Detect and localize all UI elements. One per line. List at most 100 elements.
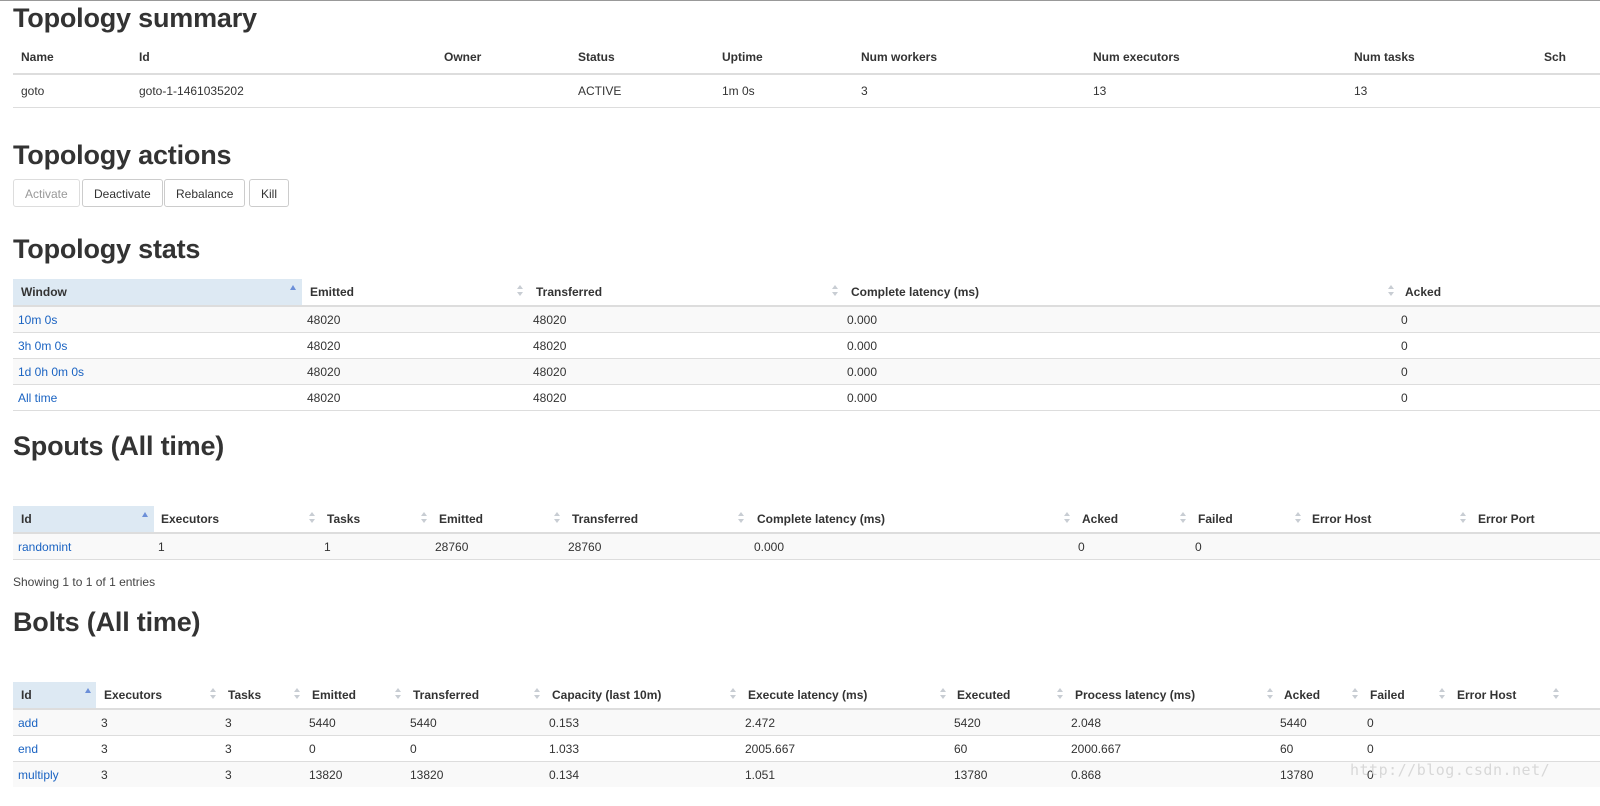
- table-header-row: Name Id Owner Status Uptime Num workers …: [13, 41, 1600, 74]
- cell-executed: 60: [954, 742, 968, 756]
- rebalance-button[interactable]: Rebalance: [164, 179, 246, 207]
- col-transferred[interactable]: Transferred: [536, 279, 602, 305]
- cell-process-latency: 0.868: [1071, 768, 1102, 782]
- watermark: http://blog.csdn.net/: [1350, 761, 1551, 779]
- col-acked[interactable]: Acked: [1082, 506, 1118, 532]
- table-row: All time 48020 48020 0.000 0: [13, 384, 1600, 411]
- sort-icon: [730, 688, 736, 701]
- cell-emitted: 48020: [307, 365, 341, 379]
- table-row: 3h 0m 0s 48020 48020 0.000 0: [13, 332, 1600, 358]
- topology-stats-title: Topology stats: [13, 234, 201, 264]
- col-emitted[interactable]: Emitted: [310, 279, 354, 305]
- sort-icon: [1388, 285, 1394, 298]
- col-capacity[interactable]: Capacity (last 10m): [552, 682, 661, 708]
- col-num-tasks[interactable]: Num tasks: [1354, 41, 1415, 73]
- cell-complete-latency: 0.000: [847, 339, 878, 353]
- cell-executors: 3: [101, 768, 108, 782]
- cell-num-executors: 13: [1093, 84, 1107, 98]
- spouts-table: Id Executors Tasks Emitted Transferred C…: [13, 506, 1600, 560]
- cell-executors: 3: [101, 716, 108, 730]
- col-tasks[interactable]: Tasks: [228, 682, 261, 708]
- col-status[interactable]: Status: [578, 41, 615, 73]
- cell-transferred: 48020: [533, 391, 567, 405]
- col-process-latency[interactable]: Process latency (ms): [1075, 682, 1195, 708]
- table-row: end 3 3 0 0 1.033 2005.667 60 2000.667 6…: [13, 735, 1600, 761]
- cell-executors: 3: [101, 742, 108, 756]
- sort-icon: [1180, 512, 1186, 525]
- bolt-link[interactable]: add: [18, 710, 38, 735]
- cell-transferred: 28760: [568, 540, 602, 554]
- col-window[interactable]: Window: [13, 279, 302, 305]
- col-owner[interactable]: Owner: [444, 41, 481, 73]
- sort-icon: [554, 512, 560, 525]
- bolt-link[interactable]: multiply: [18, 762, 59, 787]
- col-id[interactable]: Id: [139, 41, 150, 73]
- col-error-host[interactable]: Error Host: [1457, 682, 1516, 708]
- bolt-link[interactable]: end: [18, 736, 38, 761]
- col-num-workers[interactable]: Num workers: [861, 41, 937, 73]
- spout-link[interactable]: randomint: [18, 534, 71, 559]
- cell-transferred: 48020: [533, 339, 567, 353]
- cell-complete-latency: 0.000: [754, 540, 785, 554]
- window-link[interactable]: 10m 0s: [18, 307, 57, 332]
- col-scheduler[interactable]: Sch: [1544, 41, 1566, 73]
- table-row: 10m 0s 48020 48020 0.000 0: [13, 306, 1600, 332]
- col-uptime[interactable]: Uptime: [722, 41, 763, 73]
- col-name[interactable]: Name: [21, 41, 54, 73]
- col-complete-latency[interactable]: Complete latency (ms): [851, 279, 979, 305]
- cell-transferred: 13820: [410, 768, 444, 782]
- col-complete-latency[interactable]: Complete latency (ms): [757, 506, 885, 532]
- sort-icon: [738, 512, 744, 525]
- col-emitted[interactable]: Emitted: [312, 682, 356, 708]
- cell-executed: 13780: [954, 768, 988, 782]
- col-transferred[interactable]: Transferred: [413, 682, 479, 708]
- sort-icon: [1064, 512, 1070, 525]
- cell-complete-latency: 0.000: [847, 391, 878, 405]
- table-row: goto goto-1-1461035202 ACTIVE 1m 0s 3 13…: [13, 74, 1600, 108]
- col-tasks[interactable]: Tasks: [327, 506, 360, 532]
- cell-tasks: 3: [225, 742, 232, 756]
- cell-status: ACTIVE: [578, 84, 622, 98]
- cell-complete-latency: 0.000: [847, 365, 878, 379]
- col-failed[interactable]: Failed: [1370, 682, 1405, 708]
- cell-capacity: 0.153: [549, 716, 580, 730]
- col-emitted[interactable]: Emitted: [439, 506, 483, 532]
- cell-process-latency: 2000.667: [1071, 742, 1122, 756]
- sort-icon: [1267, 688, 1273, 701]
- col-transferred[interactable]: Transferred: [572, 506, 638, 532]
- cell-acked: 0: [1401, 391, 1408, 405]
- sort-icon: [421, 512, 427, 525]
- window-link[interactable]: 1d 0h 0m 0s: [18, 359, 84, 384]
- col-acked[interactable]: Acked: [1284, 682, 1320, 708]
- col-id[interactable]: Id: [13, 682, 96, 708]
- cell-emitted: 48020: [307, 339, 341, 353]
- sort-icon: [1553, 688, 1559, 701]
- cell-executors: 1: [158, 540, 165, 554]
- table-row: randomint 1 1 28760 28760 0.000 0 0: [13, 533, 1600, 560]
- sort-icon: [210, 688, 216, 701]
- col-executors[interactable]: Executors: [161, 506, 219, 532]
- cell-executed: 5420: [954, 716, 981, 730]
- window-link[interactable]: All time: [18, 385, 57, 410]
- table-row: 1d 0h 0m 0s 48020 48020 0.000 0: [13, 358, 1600, 384]
- col-id-label: Id: [21, 512, 32, 526]
- cell-acked: 0: [1401, 365, 1408, 379]
- cell-execute-latency: 1.051: [745, 768, 776, 782]
- col-failed[interactable]: Failed: [1198, 506, 1233, 532]
- col-executed[interactable]: Executed: [957, 682, 1010, 708]
- topology-actions-title: Topology actions: [13, 140, 232, 170]
- kill-button[interactable]: Kill: [249, 179, 290, 207]
- col-num-executors[interactable]: Num executors: [1093, 41, 1180, 73]
- window-link[interactable]: 3h 0m 0s: [18, 333, 67, 358]
- cell-capacity: 1.033: [549, 742, 580, 756]
- col-id[interactable]: Id: [13, 506, 154, 532]
- deactivate-button[interactable]: Deactivate: [82, 179, 163, 207]
- col-error-port[interactable]: Error Port: [1478, 506, 1535, 532]
- col-error-host[interactable]: Error Host: [1312, 506, 1371, 532]
- col-execute-latency[interactable]: Execute latency (ms): [748, 682, 867, 708]
- spouts-title: Spouts (All time): [13, 431, 225, 461]
- col-acked[interactable]: Acked: [1405, 279, 1441, 305]
- cell-acked: 0: [1078, 540, 1085, 554]
- activate-button[interactable]: Activate: [13, 179, 80, 207]
- col-executors[interactable]: Executors: [104, 682, 162, 708]
